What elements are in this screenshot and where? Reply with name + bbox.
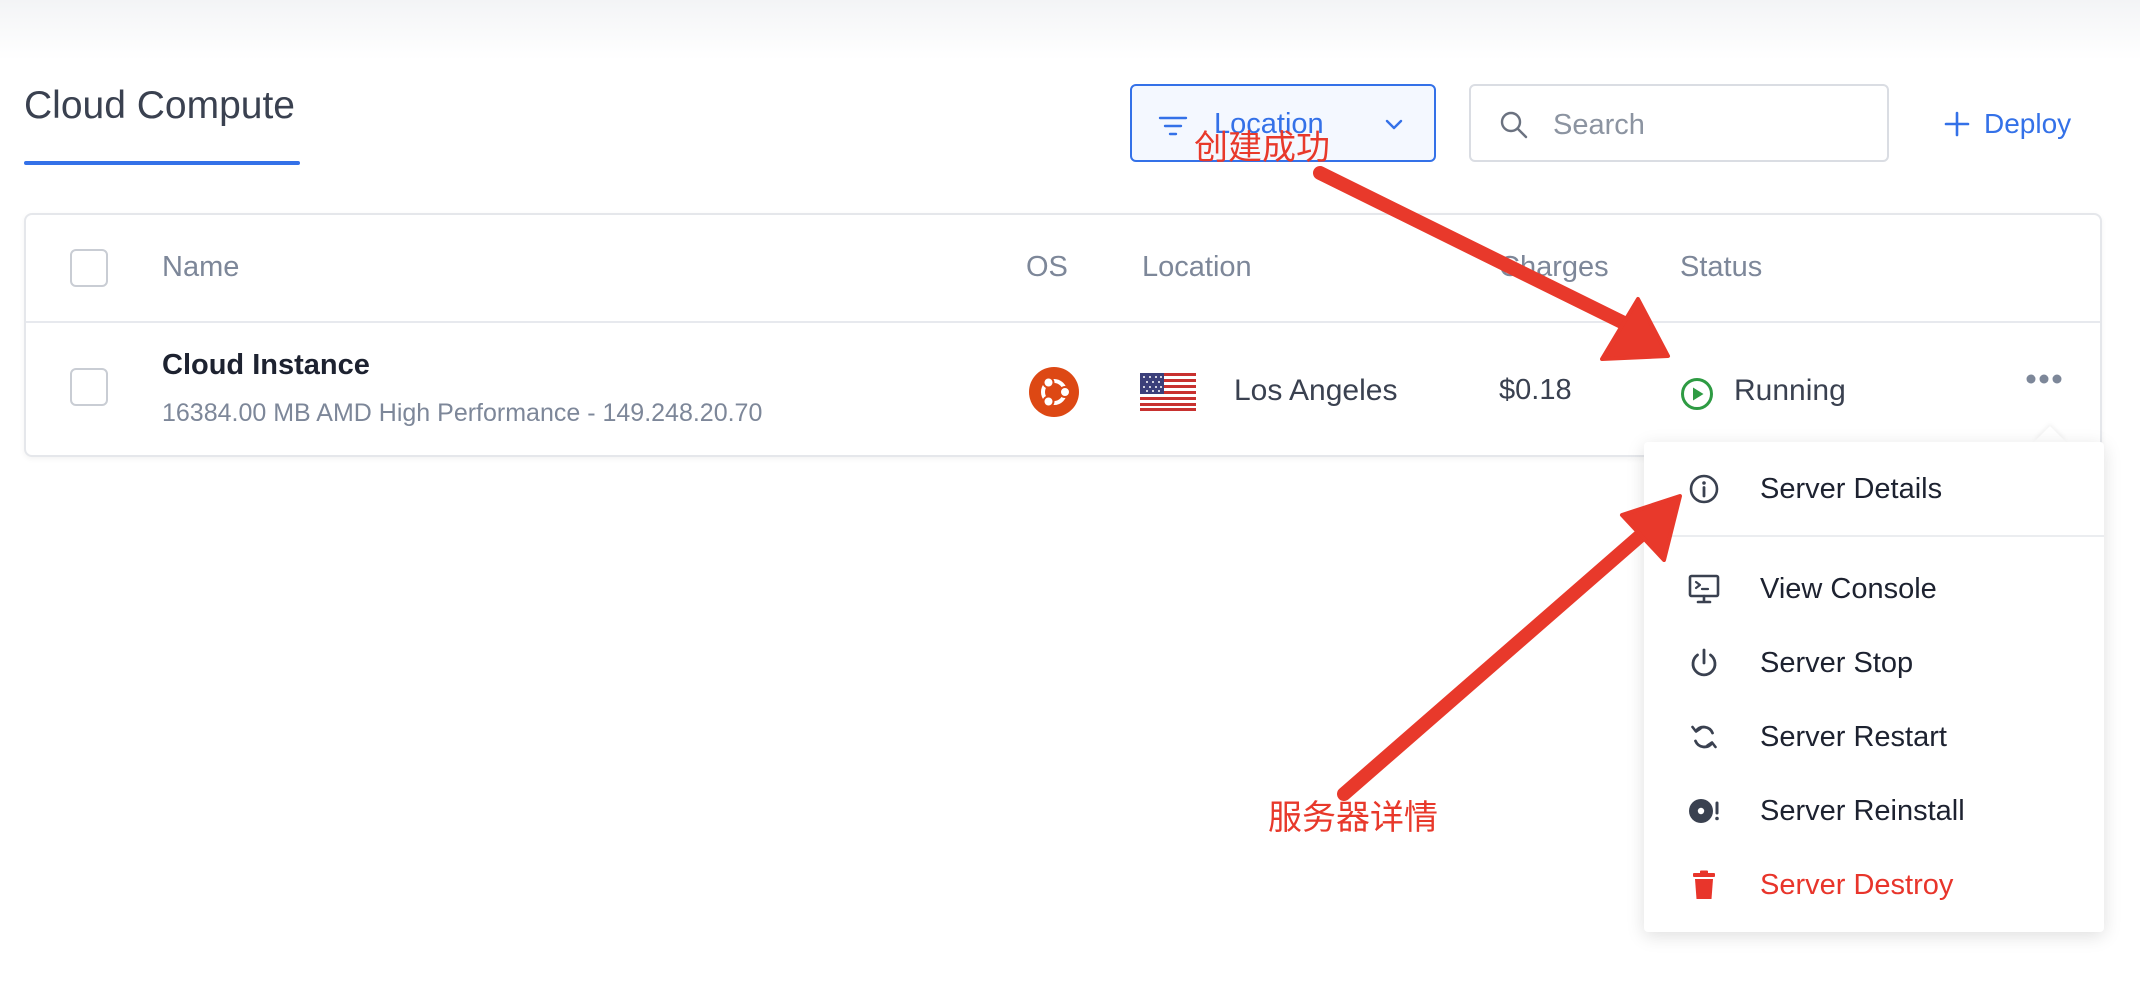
annotation-server-details: 服务器详情 bbox=[1268, 799, 1438, 837]
annotation-arrows bbox=[1313, 166, 1682, 801]
arrow-to-status bbox=[1313, 166, 1670, 361]
arrow-to-server-details bbox=[1337, 494, 1682, 801]
annotation-created-success: 创建成功 bbox=[1194, 129, 1330, 167]
